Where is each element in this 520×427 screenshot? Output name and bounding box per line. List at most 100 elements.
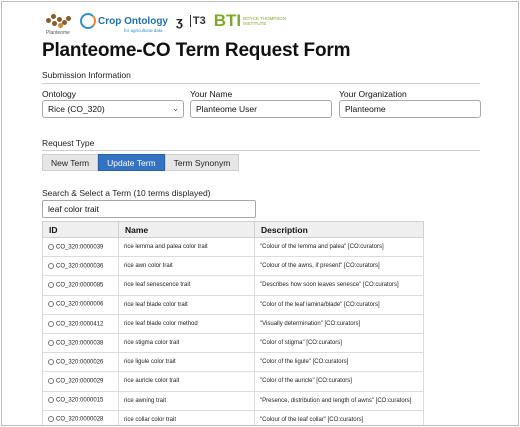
radio-icon[interactable] — [48, 262, 54, 269]
ontology-select-value: Rice (CO_320) — [48, 104, 105, 114]
term-name: rice stigma color trait — [118, 332, 255, 354]
bti-subtitle: BOYCE THOMPSON INSTITUTE — [243, 16, 287, 26]
cell-id[interactable]: CO_320:0000412 — [42, 313, 119, 334]
term-name: rice awn color trait — [118, 256, 255, 277]
term-description: "Presence, distribution and length of aw… — [254, 390, 424, 411]
name-label: Your Name — [190, 89, 233, 99]
term-name: rice ligule color trait — [118, 352, 255, 373]
cell-id[interactable]: CO_320:0000036 — [42, 256, 119, 277]
crop-ontology-logo-icon — [80, 13, 96, 29]
search-section-title: Search & Select a Term (10 terms display… — [42, 188, 211, 198]
term-id: CO_320:0000015 — [56, 397, 104, 404]
request-type-title: Request Type — [42, 138, 95, 148]
table-row[interactable]: CO_320:0000085 rice leaf senescence trait… — [42, 275, 424, 296]
ontology-select[interactable]: Rice (CO_320) ⌄ — [42, 100, 184, 118]
term-description: "Colour of the lemma and palea" [CO:cura… — [254, 236, 424, 258]
term-id: CO_320:0000412 — [56, 321, 104, 328]
table-row[interactable]: CO_320:0000412 rice leaf blade color meth… — [42, 313, 424, 334]
term-name: rice awning trait — [118, 390, 255, 411]
term-description: "Colour of the leaf collar" [CO:curators… — [254, 409, 424, 425]
cell-id[interactable]: CO_320:0000039 — [42, 236, 119, 258]
term-name: rice auricle color trait — [118, 371, 255, 392]
terms-table: ID Name Description CO_320:0000039rice l… — [42, 221, 424, 425]
term-id: CO_320:0000036 — [56, 263, 104, 270]
chevron-down-icon: ⌄ — [172, 104, 179, 113]
term-description: "Colour of the awns, if present" [CO:cur… — [254, 256, 424, 277]
request-type-tabs: New Term Update Term Term Synonym — [42, 154, 240, 171]
column-header-id: ID — [42, 221, 119, 238]
term-description: "Visually determination" [CO:curators] — [254, 313, 424, 334]
term-name: rice leaf blade color trait — [118, 294, 255, 315]
table-row[interactable]: CO_320:0000029 rice auricle color trait "C… — [42, 371, 424, 392]
table-header-row: ID Name Description — [42, 221, 424, 238]
cell-id[interactable]: CO_320:0000085 — [42, 275, 119, 296]
term-description: "Color of the leaf lamina/blade" [CO:cur… — [254, 294, 424, 315]
column-header-description: Description — [254, 221, 424, 238]
cell-id[interactable]: CO_320:0000006 — [42, 294, 119, 315]
table-row[interactable]: CO_320:0000015 rice awning trait "Presence… — [42, 390, 424, 411]
table-body: CO_320:0000039 rice lemma and palea color… — [42, 236, 424, 425]
radio-icon[interactable] — [48, 397, 54, 404]
t3-logo-icon: T3 — [189, 15, 206, 27]
term-description: "Color of stigma" [CO:curators] — [254, 332, 424, 354]
radio-icon[interactable] — [48, 378, 54, 385]
name-field-value: Planteome User — [196, 104, 257, 114]
table-row[interactable]: CO_320:0000039 rice lemma and palea color… — [42, 236, 424, 258]
bti-logo: BTI BOYCE THOMPSON INSTITUTE — [214, 11, 289, 31]
request-type-divider — [42, 150, 480, 151]
organization-field[interactable]: Planteome — [339, 100, 481, 118]
submission-section-title: Submission Information — [42, 70, 131, 80]
radio-icon[interactable] — [48, 243, 54, 250]
term-name: rice collar color trait — [118, 409, 255, 425]
radio-icon[interactable] — [48, 301, 54, 308]
term-name: rice lemma and palea color trait — [118, 236, 255, 258]
term-id: CO_320:0000038 — [56, 340, 104, 347]
g3-logo-icon: ʒ — [176, 13, 183, 29]
logo-bar: Crop Ontology ʒ T3 BTI BOYCE THOMPSON IN… — [46, 10, 289, 32]
tab-update-term[interactable]: Update Term — [98, 154, 165, 171]
organization-field-value: Planteome — [345, 104, 386, 114]
radio-icon[interactable] — [48, 282, 54, 289]
radio-icon[interactable] — [48, 320, 54, 327]
radio-icon[interactable] — [48, 339, 54, 346]
table-row[interactable]: CO_320:0000028 rice collar color trait "Co… — [42, 409, 424, 425]
cell-id[interactable]: CO_320:0000038 — [42, 332, 119, 354]
term-name: rice leaf senescence trait — [118, 275, 255, 296]
search-input-value: leaf color trait — [48, 204, 100, 214]
crop-ontology-name: Crop Ontology — [98, 15, 168, 27]
term-name: rice leaf blade color method — [118, 313, 255, 334]
term-id: CO_320:0000026 — [56, 359, 104, 366]
term-id: CO_320:0000039 — [56, 244, 104, 251]
cell-id[interactable]: CO_320:0000029 — [42, 371, 119, 392]
table-row[interactable]: CO_320:0000036 rice awn color trait "Colou… — [42, 256, 424, 277]
term-description: "Color of the ligule" [CO:curators] — [254, 352, 424, 373]
table-row[interactable]: CO_320:0000026 rice ligule color trait "Co… — [42, 352, 424, 373]
bti-name: BTI — [213, 11, 242, 30]
tab-new-term[interactable]: New Term — [42, 154, 99, 171]
crop-ontology-logo: Crop Ontology — [80, 13, 168, 29]
term-id: CO_320:0000029 — [56, 378, 104, 385]
organization-label: Your Organization — [339, 89, 407, 99]
submission-divider — [42, 83, 480, 84]
table-row[interactable]: CO_320:0000006 rice leaf blade color trai… — [42, 294, 424, 315]
cell-id[interactable]: CO_320:0000026 — [42, 352, 119, 373]
ontology-label: Ontology — [42, 89, 77, 99]
column-header-name: Name — [118, 221, 255, 238]
planteome-logo-text: Planteome — [46, 30, 70, 36]
name-field[interactable]: Planteome User — [190, 100, 332, 118]
cell-id[interactable]: CO_320:0000015 — [42, 390, 119, 411]
planteome-logo-icon — [46, 14, 72, 28]
cell-id[interactable]: CO_320:0000028 — [42, 409, 119, 425]
term-id: CO_320:0000028 — [56, 417, 104, 424]
term-id: CO_320:0000085 — [56, 282, 104, 289]
radio-icon[interactable] — [48, 416, 54, 423]
search-input[interactable]: leaf color trait — [42, 200, 256, 218]
term-description: "Color of the auricle" [CO:curators] — [254, 371, 424, 392]
term-description: "Describes how soon leaves senesce" [CO:… — [254, 275, 424, 296]
tab-term-synonym[interactable]: Term Synonym — [164, 154, 240, 171]
table-row[interactable]: CO_320:0000038 rice stigma color trait "Co… — [42, 332, 424, 354]
radio-icon[interactable] — [48, 358, 54, 365]
term-id: CO_320:0000006 — [56, 301, 104, 308]
page-title: Planteome-CO Term Request Form — [42, 40, 351, 61]
form-frame: Crop Ontology ʒ T3 BTI BOYCE THOMPSON IN… — [1, 1, 519, 426]
